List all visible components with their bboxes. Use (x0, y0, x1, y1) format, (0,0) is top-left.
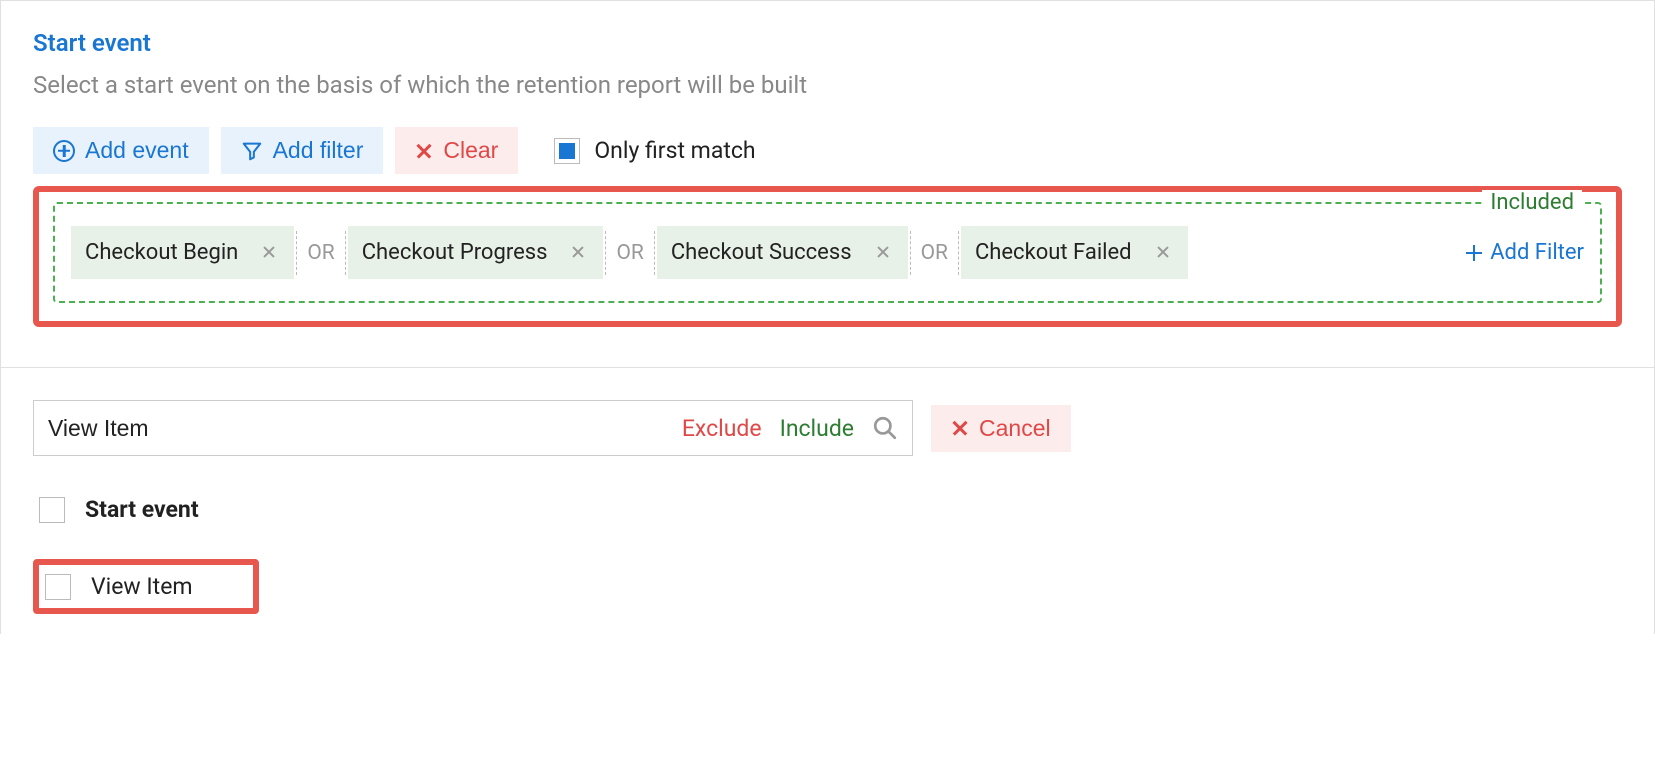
toolbar: Add event Add filter Clear Only first ma… (33, 127, 1622, 174)
event-chip[interactable]: Checkout Success (657, 226, 908, 279)
result-item-label: View Item (91, 573, 193, 600)
checkbox-empty[interactable] (45, 574, 71, 600)
remove-chip-button[interactable] (567, 236, 589, 269)
plus-circle-icon (53, 140, 75, 162)
event-chip[interactable]: Checkout Progress (348, 226, 604, 279)
included-label: Included (1482, 190, 1582, 215)
event-chip[interactable]: Checkout Failed (961, 226, 1188, 279)
event-chip-label: Checkout Progress (362, 240, 548, 265)
start-event-section: Start event Select a start event on the … (1, 1, 1654, 368)
remove-chip-button[interactable] (872, 236, 894, 269)
add-filter-link[interactable]: Add Filter (1446, 240, 1584, 265)
result-item-wrap: View Item (33, 559, 1622, 614)
add-event-label: Add event (85, 137, 189, 164)
search-actions: Exclude Include (682, 415, 898, 442)
result-group-label: Start event (85, 496, 199, 523)
included-highlight: Included Checkout Begin OR Checkout Prog… (33, 186, 1622, 327)
add-filter-link-label: Add Filter (1490, 240, 1584, 265)
clear-button[interactable]: Clear (395, 127, 518, 174)
event-chip-label: Checkout Begin (85, 240, 238, 265)
checkbox-empty[interactable] (39, 497, 65, 523)
exclude-button[interactable]: Exclude (682, 415, 762, 442)
search-results: Start event View Item (33, 488, 1622, 614)
close-icon (262, 245, 276, 259)
remove-chip-button[interactable] (1152, 236, 1174, 269)
event-chip-label: Checkout Success (671, 240, 852, 265)
plus-icon (1466, 245, 1482, 261)
event-chip-label: Checkout Failed (975, 240, 1132, 265)
search-icon[interactable] (872, 415, 898, 441)
search-box: Exclude Include (33, 400, 913, 456)
or-separator: OR (910, 231, 959, 275)
close-icon (571, 245, 585, 259)
include-button[interactable]: Include (780, 415, 854, 442)
close-icon (415, 142, 433, 160)
result-item-highlight: View Item (33, 559, 259, 614)
close-icon (1156, 245, 1170, 259)
remove-chip-button[interactable] (258, 236, 280, 269)
search-section: Exclude Include Cancel Start e (1, 368, 1654, 634)
result-item[interactable]: View Item (45, 573, 193, 600)
start-event-panel: Start event Select a start event on the … (0, 0, 1655, 634)
close-icon (951, 419, 969, 437)
filter-icon (241, 140, 263, 162)
only-first-match-label: Only first match (594, 137, 755, 164)
cancel-label: Cancel (979, 415, 1051, 442)
add-filter-label: Add filter (273, 137, 364, 164)
or-separator: OR (296, 231, 345, 275)
clear-label: Clear (443, 137, 498, 164)
search-input[interactable] (48, 415, 682, 442)
cancel-button[interactable]: Cancel (931, 405, 1071, 452)
add-event-button[interactable]: Add event (33, 127, 209, 174)
event-chip[interactable]: Checkout Begin (71, 226, 294, 279)
section-subtitle: Select a start event on the basis of whi… (33, 71, 1622, 99)
result-group-header[interactable]: Start event (33, 488, 1622, 531)
search-row: Exclude Include Cancel (33, 400, 1622, 456)
checkbox-checked[interactable] (554, 138, 580, 164)
or-separator: OR (605, 231, 654, 275)
close-icon (876, 245, 890, 259)
included-events-box: Included Checkout Begin OR Checkout Prog… (53, 202, 1602, 303)
section-title: Start event (33, 29, 1622, 57)
add-filter-button[interactable]: Add filter (221, 127, 384, 174)
only-first-match-option[interactable]: Only first match (554, 137, 755, 164)
